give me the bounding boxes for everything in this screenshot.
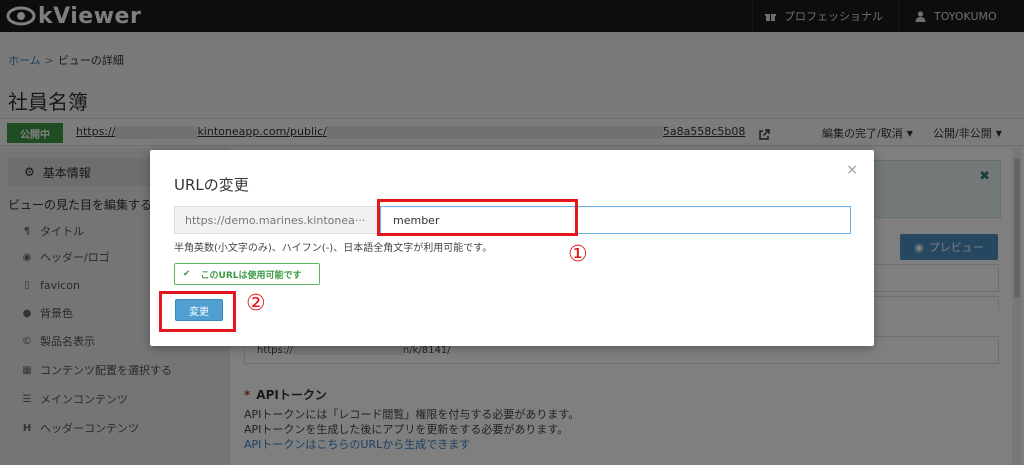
url-help-text: 半角英数(小文字のみ)、ハイフン(-)、日本語全角文字が利用可能です。	[174, 243, 493, 254]
annotation-step-2: ②	[246, 291, 266, 316]
annotation-highlight-input	[377, 199, 578, 236]
modal-title: URLの変更	[174, 176, 249, 194]
annotation-highlight-button	[159, 291, 236, 332]
url-available-badge: ✔ このURLは使用可能です	[174, 263, 320, 285]
annotation-step-1: ①	[568, 242, 588, 267]
url-prefix-addon: https://demo.marines.kintonea···	[174, 206, 380, 234]
change-url-modal: URLの変更 × https://demo.marines.kintonea··…	[150, 150, 874, 346]
check-icon: ✔	[183, 269, 191, 279]
close-icon[interactable]: ×	[846, 162, 858, 178]
url-available-message: このURLは使用可能です	[200, 270, 302, 281]
